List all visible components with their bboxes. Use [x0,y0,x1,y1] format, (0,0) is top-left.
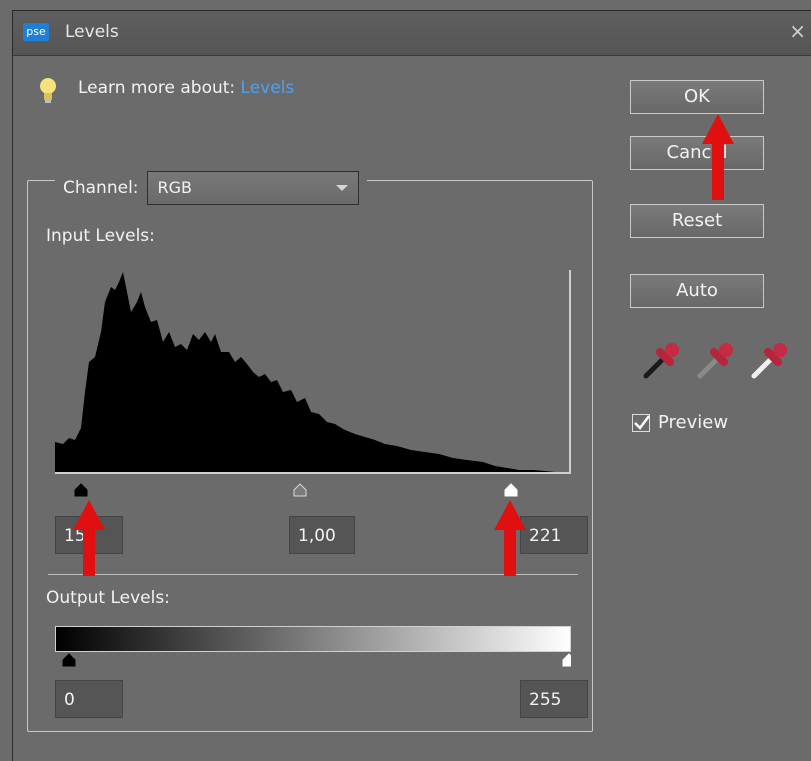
learn-more-prefix: Learn more about: [78,78,241,98]
title-bar: pse Levels × [13,11,811,56]
auto-button[interactable]: Auto [630,274,764,308]
histogram [55,262,571,474]
chevron-down-icon [335,185,348,191]
app-icon: pse [23,23,49,41]
gray-eyedropper-icon[interactable] [694,338,738,382]
output-white-field[interactable]: 255 [520,680,588,718]
input-white-field[interactable]: 221 [520,516,588,554]
lightbulb-icon [40,78,56,103]
close-icon[interactable]: × [789,19,806,43]
preview-checkbox-row[interactable]: Preview [632,412,728,433]
preview-checkbox[interactable] [632,413,650,432]
input-white-slider[interactable] [504,483,518,497]
input-slider-track [74,483,518,497]
black-eyedropper-icon[interactable] [640,338,684,382]
output-black-slider[interactable] [62,653,76,667]
learn-more-link[interactable]: Levels [241,78,295,98]
checkmark-icon [634,414,650,430]
output-slider-track [62,653,571,667]
channel-select-value: RGB [157,178,193,197]
output-white-slider[interactable] [562,653,571,667]
input-levels-label: Input Levels: [46,226,155,246]
annotation-arrow-up-icon [494,500,526,576]
annotation-arrow-up-icon [702,114,734,200]
preview-label: Preview [658,412,729,433]
input-gamma-field[interactable]: 1,00 [289,516,355,554]
output-levels-label: Output Levels: [46,588,170,608]
channel-legend: Channel: RGB [55,168,367,208]
input-gamma-slider[interactable] [293,483,307,497]
output-gradient-bar [55,626,571,652]
annotation-arrow-up-icon [73,500,105,576]
input-black-slider[interactable] [74,483,88,497]
output-black-field[interactable]: 0 [55,680,123,718]
cancel-button[interactable]: Cancel [630,136,764,170]
channel-select[interactable]: RGB [146,171,359,205]
reset-button[interactable]: Reset [630,204,764,238]
learn-more-text: Learn more about: Levels [78,78,294,98]
ok-button[interactable]: OK [630,80,764,114]
white-eyedropper-icon[interactable] [748,338,792,382]
channel-label: Channel: [63,178,139,198]
window-title: Levels [65,22,119,42]
